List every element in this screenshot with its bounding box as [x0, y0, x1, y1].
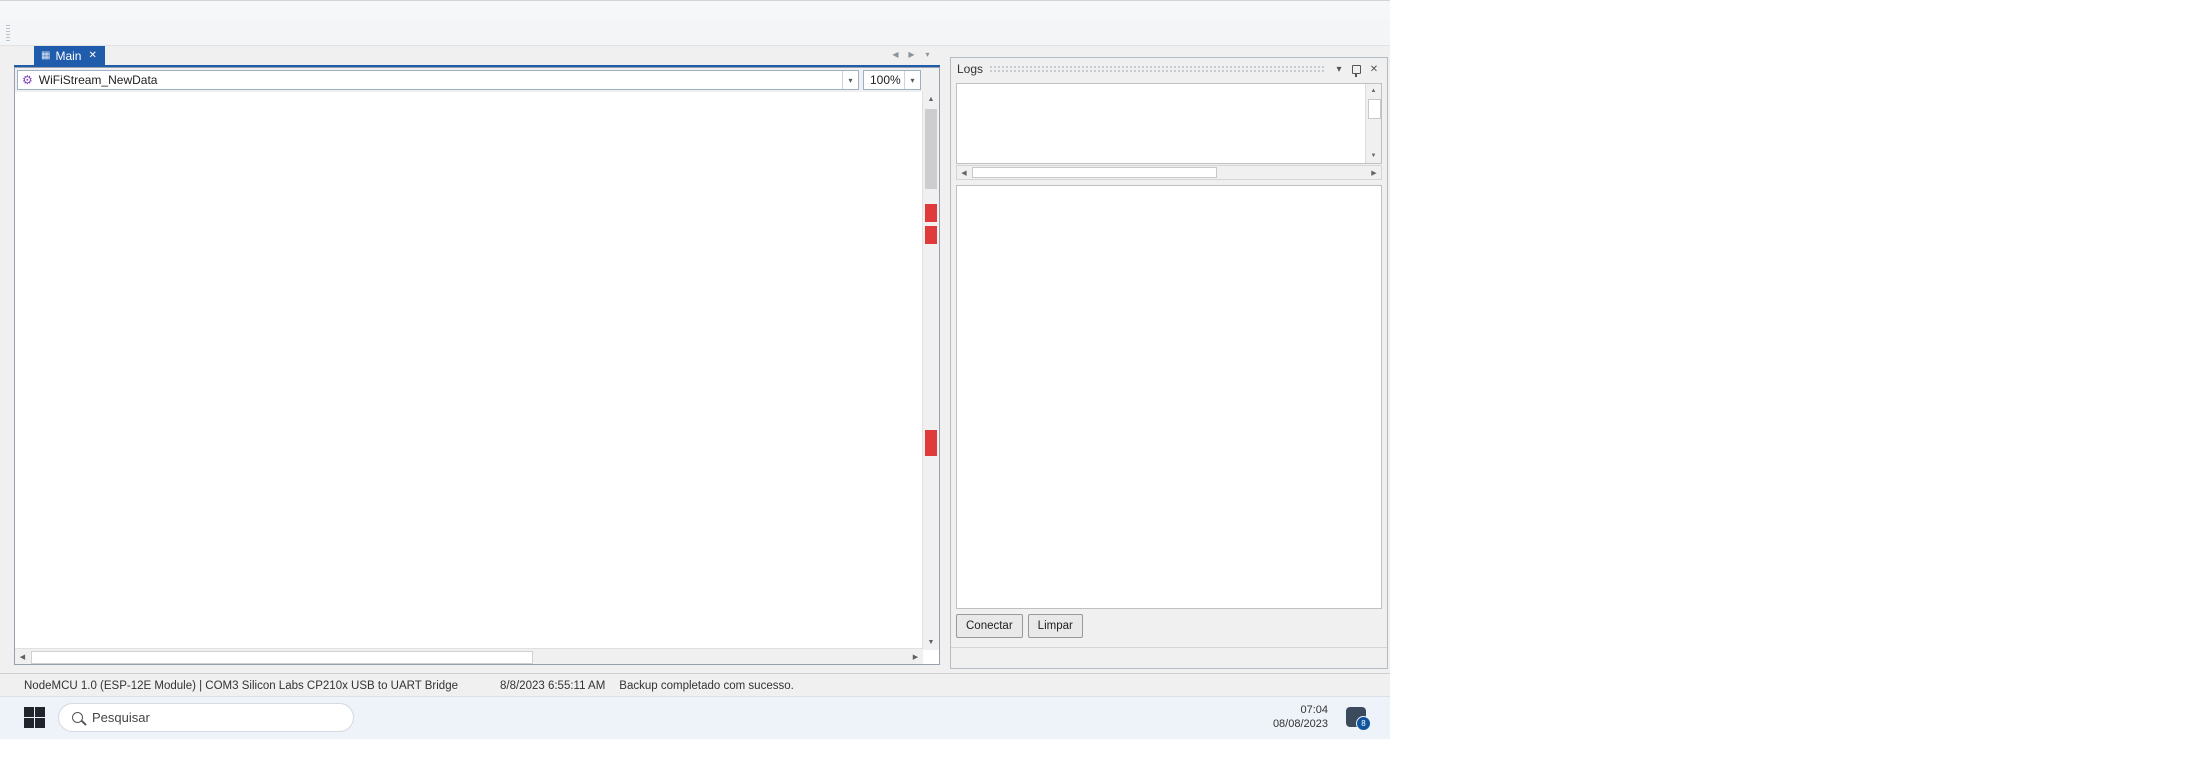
editor-nav-buttons: ◀ ▶ ▾: [889, 48, 934, 61]
tab-main[interactable]: ▦ Main ✕: [34, 46, 105, 65]
board-and-port-status: NodeMCU 1.0 (ESP-12E Module) | COM3 Sili…: [24, 680, 458, 692]
windows-taskbar: Pesquisar 07:04 08/08/2023 8: [0, 696, 1390, 739]
scroll-right-icon[interactable]: ▶: [1367, 166, 1381, 179]
scrollbar-thumb[interactable]: [972, 167, 1217, 178]
panel-title: Logs: [957, 62, 984, 76]
scroll-up-icon[interactable]: ▲: [1366, 84, 1381, 98]
code-area[interactable]: [15, 92, 923, 650]
scroll-right-icon[interactable]: ▶: [908, 649, 923, 664]
sub-icon: ⚙: [22, 73, 33, 87]
sub-selector-combobox[interactable]: ⚙ WiFiStream_NewData ▾: [17, 70, 859, 90]
editor-vertical-scrollbar[interactable]: ▲ ▼: [922, 92, 939, 650]
tab-close-icon[interactable]: ✕: [88, 50, 96, 61]
taskbar-search[interactable]: Pesquisar: [58, 703, 354, 732]
status-message: Backup completado com sucesso.: [619, 680, 794, 692]
open-files-dropdown-icon[interactable]: ▾: [921, 48, 934, 61]
scroll-tabs-left-icon[interactable]: ◀: [889, 48, 902, 61]
clock-time: 07:04: [1300, 704, 1328, 716]
connect-button[interactable]: Conectar: [956, 614, 1023, 638]
tab-label: Main: [55, 48, 82, 63]
error-mark[interactable]: [925, 204, 937, 222]
status-timestamp: 8/8/2023 6:55:11 AM: [500, 680, 606, 692]
clock-date: 08/08/2023: [1272, 717, 1328, 730]
code-editor-pane: ⚙ WiFiStream_NewData ▾ 100% ▾ ▲ ▼ ◀ ▶: [14, 67, 940, 665]
selected-sub-value: WiFiStream_NewData: [38, 73, 158, 87]
scroll-tabs-right-icon[interactable]: ▶: [905, 48, 918, 61]
log-output-area[interactable]: [956, 185, 1382, 609]
panel-drag-texture[interactable]: [989, 65, 1326, 73]
clear-button[interactable]: Limpar: [1027, 614, 1083, 638]
start-button[interactable]: [24, 707, 46, 729]
scroll-down-icon[interactable]: ▼: [1366, 149, 1381, 163]
scrollbar-thumb[interactable]: [1368, 99, 1381, 119]
toolbar-grip[interactable]: [6, 24, 10, 41]
scrollbar-thumb[interactable]: [925, 109, 937, 189]
toolbar: [0, 20, 1390, 46]
menu-bar: [0, 1, 1390, 20]
zoom-value: 100%: [870, 73, 901, 87]
error-mark[interactable]: [925, 226, 937, 244]
module-icon: ▦: [41, 50, 51, 61]
scrollbar-thumb[interactable]: [31, 651, 533, 664]
notifications-button[interactable]: 8: [1346, 707, 1371, 731]
chevron-down-icon[interactable]: ▾: [904, 71, 920, 89]
panel-close-icon[interactable]: ✕: [1367, 64, 1381, 75]
error-mark[interactable]: [925, 430, 937, 456]
editor-horizontal-scrollbar[interactable]: ◀ ▶: [15, 648, 923, 664]
scroll-left-icon[interactable]: ◀: [957, 166, 971, 179]
status-bar: NodeMCU 1.0 (ESP-12E Module) | COM3 Sili…: [0, 673, 1390, 698]
scroll-left-icon[interactable]: ◀: [15, 649, 30, 664]
compiler-warnings-list: ▲ ▼: [956, 83, 1382, 164]
search-icon: [72, 712, 83, 723]
warnings-horizontal-scrollbar[interactable]: ◀ ▶: [956, 165, 1382, 180]
b4r-ide-window: ▦ Main ✕ ◀ ▶ ▾ ⚙ WiFiStream_NewData ▾ 10…: [0, 0, 1390, 698]
scroll-up-icon[interactable]: ▲: [923, 92, 939, 107]
scroll-down-icon[interactable]: ▼: [923, 635, 939, 650]
panel-collapse-icon[interactable]: ▾: [1332, 64, 1346, 75]
warnings-vertical-scrollbar[interactable]: ▲ ▼: [1365, 84, 1381, 163]
panel-bottom-tabs: [951, 647, 1387, 668]
taskbar-clock[interactable]: 07:04 08/08/2023: [1273, 704, 1328, 731]
search-placeholder: Pesquisar: [92, 710, 150, 725]
logs-panel: Logs ▾ ✕ ▲ ▼ ◀ ▶ Conectar Limpar: [950, 57, 1388, 669]
chevron-down-icon[interactable]: ▾: [842, 71, 858, 89]
editor-combo-row: ⚙ WiFiStream_NewData ▾ 100% ▾: [15, 68, 939, 92]
notification-count-badge: 8: [1356, 716, 1371, 731]
logs-panel-buttons: Conectar Limpar: [956, 614, 1083, 638]
editor-tab-strip: ▦ Main ✕: [14, 46, 940, 65]
pin-icon[interactable]: [1352, 64, 1361, 77]
logs-panel-header: Logs ▾ ✕: [951, 58, 1387, 80]
screen: ▦ Main ✕ ◀ ▶ ▾ ⚙ WiFiStream_NewData ▾ 10…: [0, 0, 2206, 768]
zoom-combobox[interactable]: 100% ▾: [863, 70, 921, 90]
